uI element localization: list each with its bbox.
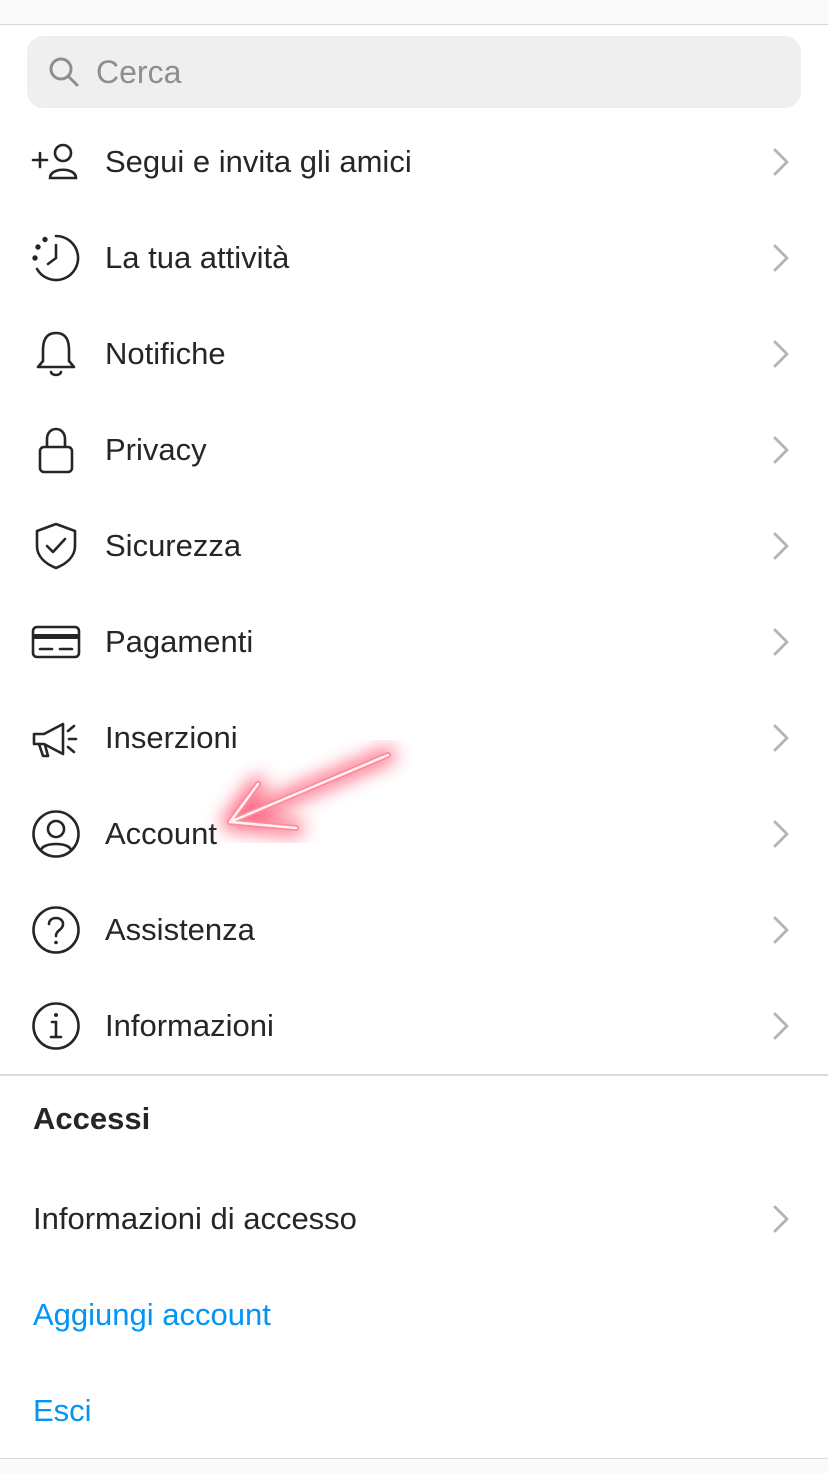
bell-icon [30,328,82,380]
info-circle-icon [30,1000,82,1052]
menu-item-payments[interactable]: Pagamenti [0,594,828,690]
bottom-bar [0,1458,828,1473]
shield-check-icon [30,520,82,572]
search-input[interactable]: Cerca [96,54,181,91]
menu-item-label: Informazioni di accesso [33,1201,357,1236]
menu-item-label: Informazioni [105,1008,274,1043]
help-circle-icon [30,904,82,956]
search-icon [46,54,82,90]
add-person-icon [30,136,82,188]
menu-item-label: Sicurezza [105,528,242,563]
menu-item-label: La tua attività [105,240,290,275]
menu-item-help[interactable]: Assistenza [0,882,828,978]
chevron-right-icon [773,1205,789,1233]
menu-item-label: Segui e invita gli amici [105,144,412,179]
chevron-right-icon [773,148,789,176]
chevron-right-icon [773,532,789,560]
menu-item-label: Pagamenti [105,624,254,659]
menu-item-label: Notifiche [105,336,226,371]
activity-clock-icon [30,232,82,284]
section-title-logins: Accessi [33,1101,151,1136]
menu-item-your-activity[interactable]: La tua attività [0,210,828,306]
menu-item-privacy[interactable]: Privacy [0,402,828,498]
search-bar[interactable]: Cerca [27,36,801,108]
chevron-right-icon [773,340,789,368]
chevron-right-icon [773,1012,789,1040]
top-bar [0,0,828,25]
megaphone-icon [30,712,82,764]
menu-item-login-info[interactable]: Informazioni di accesso [0,1171,828,1267]
settings-menu: Segui e invita gli amici La tua attività… [0,114,828,1074]
chevron-right-icon [773,436,789,464]
menu-item-ads[interactable]: Inserzioni [0,690,828,786]
chevron-right-icon [773,820,789,848]
chevron-right-icon [773,628,789,656]
chevron-right-icon [773,724,789,752]
chevron-right-icon [773,916,789,944]
menu-item-label: Assistenza [105,912,255,947]
menu-item-label: Privacy [105,432,207,467]
logout-link[interactable]: Esci [33,1393,92,1429]
add-account-link[interactable]: Aggiungi account [33,1297,271,1333]
menu-item-label: Account [105,816,218,851]
menu-item-label: Inserzioni [105,720,238,755]
lock-icon [30,424,82,476]
menu-item-account[interactable]: Account [0,786,828,882]
menu-item-about[interactable]: Informazioni [0,978,828,1074]
person-circle-icon [30,808,82,860]
credit-card-icon [30,616,82,668]
menu-item-notifications[interactable]: Notifiche [0,306,828,402]
section-divider [0,1074,828,1076]
chevron-right-icon [773,244,789,272]
menu-item-security[interactable]: Sicurezza [0,498,828,594]
menu-item-follow-invite[interactable]: Segui e invita gli amici [0,114,828,210]
